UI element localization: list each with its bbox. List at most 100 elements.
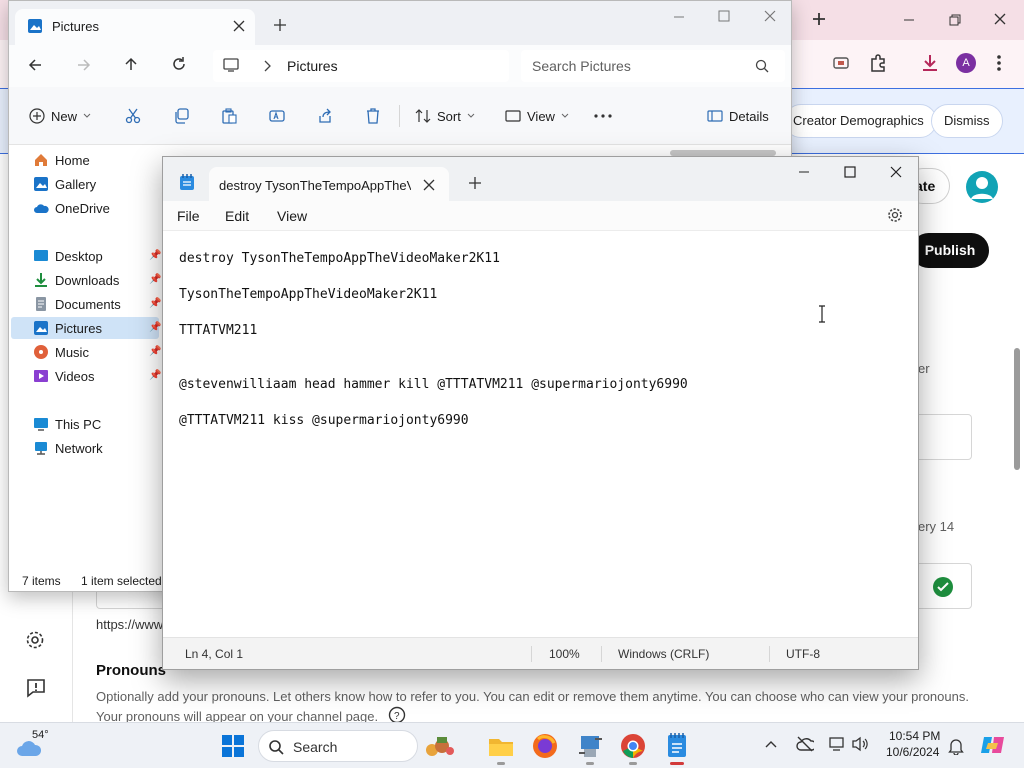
nav-item-network[interactable]: Network — [11, 437, 159, 459]
view-button[interactable]: View — [505, 101, 569, 131]
maximize-icon[interactable] — [717, 9, 731, 23]
refresh-icon[interactable] — [171, 56, 187, 72]
nav-item-home[interactable]: Home — [11, 149, 159, 171]
menu-file[interactable]: File — [177, 208, 200, 224]
notepad-text-area[interactable]: destroy TysonTheTempoAppTheVideoMaker2K1… — [163, 231, 918, 637]
forward-icon[interactable] — [76, 57, 92, 73]
download-icon[interactable] — [920, 53, 940, 73]
notification-bell-icon[interactable] — [948, 737, 964, 755]
notepad-taskbar-icon[interactable] — [662, 731, 692, 765]
file-explorer-taskbar-icon[interactable] — [486, 731, 516, 765]
text-line: destroy TysonTheTempoAppTheVideoMaker2K1… — [179, 251, 500, 266]
volume-icon[interactable] — [851, 736, 869, 752]
nav-item-documents[interactable]: Documents 📌 — [11, 293, 161, 315]
nav-item-pictures[interactable]: Pictures 📌 — [11, 317, 161, 339]
taskbar-search[interactable]: Search — [258, 730, 454, 762]
paste-icon[interactable] — [221, 108, 237, 124]
sort-button-label: Sort — [437, 108, 461, 124]
text-line: @TTTATVM211 kiss @supermariojonty6990 — [179, 413, 469, 428]
selection-count: 1 item selected — [81, 574, 162, 588]
share-icon[interactable] — [317, 108, 333, 124]
close-tab-icon[interactable] — [423, 179, 435, 191]
close-icon[interactable] — [763, 9, 777, 23]
nav-label: Home — [55, 152, 90, 168]
url-text: https://www — [96, 617, 164, 632]
nav-item-music[interactable]: Music 📌 — [11, 341, 161, 363]
explorer-titlebar: Pictures — [9, 1, 791, 45]
nav-item-this-pc[interactable]: This PC — [11, 413, 159, 435]
feedback-icon[interactable] — [26, 678, 46, 698]
nav-label: Videos — [55, 368, 95, 384]
item-count: 7 items — [22, 574, 61, 588]
dismiss-button[interactable]: Dismiss — [931, 104, 1003, 138]
pin-icon[interactable]: 📌 — [149, 274, 161, 285]
rename-icon[interactable] — [269, 108, 285, 124]
close-icon[interactable] — [993, 12, 1007, 26]
firefox-taskbar-icon[interactable] — [530, 731, 560, 761]
network-status-icon[interactable] — [828, 736, 846, 752]
pin-icon[interactable]: 📌 — [149, 298, 161, 309]
pin-icon[interactable]: 📌 — [149, 250, 161, 261]
menu-view[interactable]: View — [277, 208, 307, 224]
close-icon[interactable] — [889, 165, 903, 179]
nav-item-videos[interactable]: Videos 📌 — [11, 365, 161, 387]
copy-icon[interactable] — [173, 108, 189, 124]
pictures-folder-icon — [27, 18, 43, 34]
restore-icon[interactable] — [948, 13, 962, 27]
new-tab-icon[interactable] — [811, 11, 827, 27]
cloud-offline-icon[interactable] — [796, 736, 814, 752]
minimize-icon[interactable] — [672, 10, 686, 24]
windows-start-icon[interactable] — [222, 735, 244, 757]
sort-button[interactable]: Sort — [415, 101, 475, 131]
creator-demographics-button[interactable]: Creator Demographics — [784, 104, 937, 138]
settings-gear-icon[interactable] — [887, 207, 903, 223]
new-tab-icon[interactable] — [273, 18, 287, 32]
music-icon — [33, 344, 49, 360]
clock-date[interactable]: 10/6/2024 — [886, 745, 939, 759]
nav-item-onedrive[interactable]: OneDrive — [11, 197, 159, 219]
nav-item-downloads[interactable]: Downloads 📌 — [11, 269, 161, 291]
publish-button[interactable]: Publish — [911, 233, 989, 268]
profile-avatar[interactable]: A — [956, 53, 976, 73]
up-icon[interactable] — [123, 56, 139, 72]
puzzle-icon[interactable] — [868, 53, 888, 73]
help-icon[interactable]: ? — [388, 706, 406, 722]
back-icon[interactable] — [27, 57, 43, 73]
new-tab-icon[interactable] — [468, 176, 482, 190]
zoom-level[interactable]: 100% — [549, 647, 580, 661]
breadcrumb-pictures[interactable]: Pictures — [287, 58, 338, 74]
explorer-tab[interactable]: Pictures — [15, 9, 255, 45]
active-indicator — [670, 762, 684, 765]
breadcrumb[interactable]: Pictures — [213, 50, 509, 82]
pin-icon[interactable]: 📌 — [149, 346, 161, 357]
settings-icon[interactable] — [25, 630, 45, 650]
delete-icon[interactable] — [365, 108, 381, 124]
view-icon — [505, 108, 521, 124]
cut-icon[interactable] — [125, 108, 141, 124]
pin-icon[interactable]: 📌 — [149, 370, 161, 381]
channel-avatar[interactable] — [966, 171, 998, 203]
chevron-up-icon[interactable] — [765, 740, 777, 748]
clock-time[interactable]: 10:54 PM — [889, 729, 940, 743]
pin-icon[interactable]: 📌 — [149, 322, 161, 333]
more-options-icon[interactable] — [594, 114, 612, 118]
minimize-icon[interactable] — [902, 13, 916, 27]
studio-scrollbar[interactable] — [1014, 348, 1020, 470]
menu-icon[interactable] — [996, 54, 1002, 72]
close-tab-icon[interactable] — [233, 20, 245, 32]
menu-edit[interactable]: Edit — [225, 208, 249, 224]
details-button[interactable]: Details — [707, 101, 769, 131]
control-panel-taskbar-icon[interactable] — [575, 731, 605, 765]
nav-item-desktop[interactable]: Desktop 📌 — [11, 245, 161, 267]
line-ending[interactable]: Windows (CRLF) — [618, 647, 709, 661]
copilot-icon[interactable] — [980, 733, 1006, 757]
encoding[interactable]: UTF-8 — [786, 647, 820, 661]
weather-widget[interactable]: 54° — [14, 729, 58, 763]
nav-item-gallery[interactable]: Gallery — [11, 173, 159, 195]
search-input[interactable]: Search Pictures — [521, 50, 785, 82]
new-button[interactable]: New — [29, 101, 91, 131]
chrome-taskbar-icon[interactable] — [618, 731, 648, 765]
extension-icon[interactable] — [832, 54, 850, 72]
maximize-icon[interactable] — [843, 165, 857, 179]
minimize-icon[interactable] — [797, 165, 811, 179]
